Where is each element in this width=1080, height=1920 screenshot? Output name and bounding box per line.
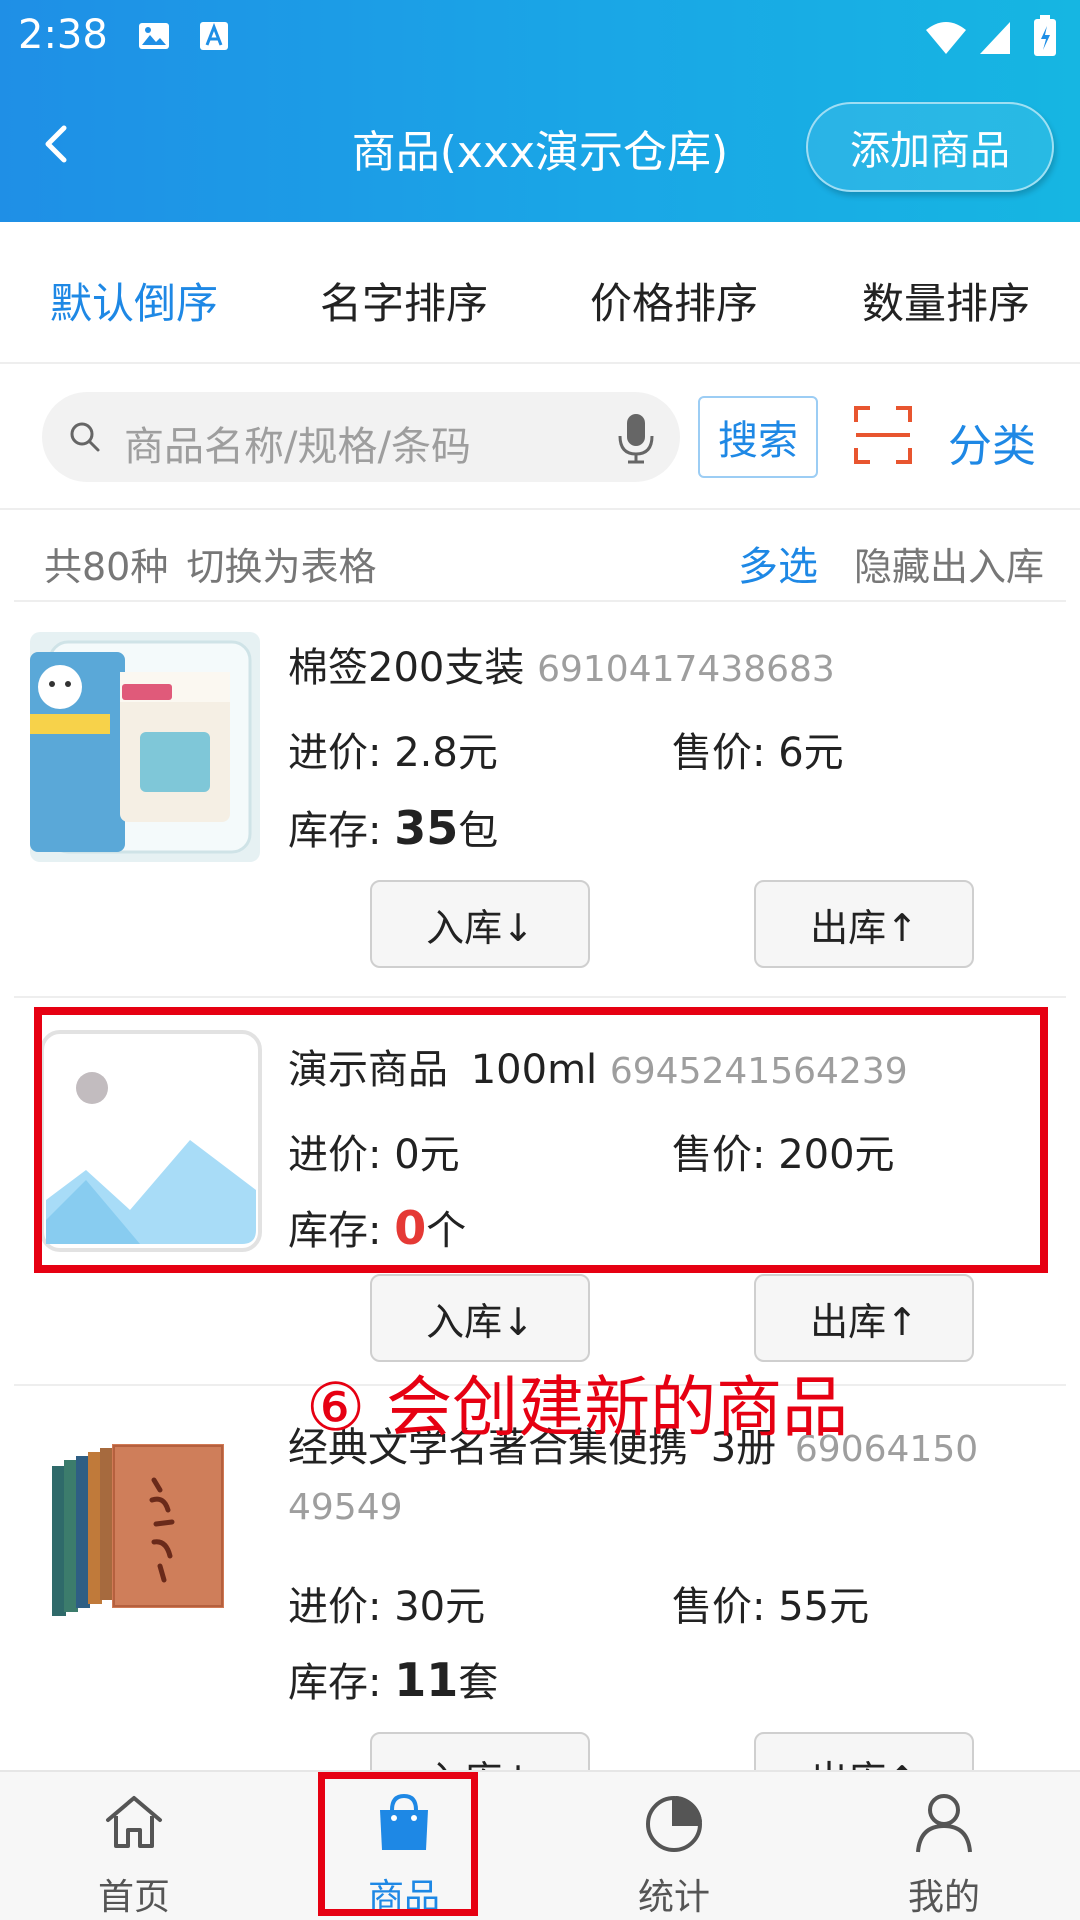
bottom-nav: 首页 商品 统计 我的 <box>0 1770 1080 1920</box>
purchase-price-value: 30元 <box>394 1584 486 1630</box>
status-time: 2:38 <box>18 12 108 58</box>
nav-bar: 商品(xxx演示仓库) 添加商品 <box>0 92 1080 202</box>
search-button[interactable]: 搜索 <box>698 396 818 478</box>
purchase-price: 进价: 2.8元 <box>288 720 498 778</box>
stock-out-button[interactable]: 出库↑ <box>754 1732 974 1770</box>
stock-in-button[interactable]: 入库↓ <box>370 880 590 968</box>
stock: 库存: 11套 <box>288 1650 498 1708</box>
list-summary: 共80种 切换为表格 <box>44 536 376 591</box>
microphone-icon[interactable] <box>614 410 658 466</box>
stock: 库存: 35包 <box>288 798 498 856</box>
sale-price: 售价: 6元 <box>672 720 844 778</box>
stock-out-button[interactable]: 出库↑ <box>754 1274 974 1362</box>
stock-in-button[interactable]: 入库↓ <box>370 1732 590 1770</box>
sale-price-label: 售价: <box>672 1584 766 1630</box>
highlight-box-new-product <box>34 1007 1048 1273</box>
add-product-button[interactable]: 添加商品 <box>806 102 1054 192</box>
sale-price-value: 6元 <box>778 730 844 776</box>
stock-number: 35 <box>394 801 459 855</box>
battery-icon <box>1034 15 1056 56</box>
search-input[interactable]: 商品名称/规格/条码 <box>42 392 680 482</box>
nav-statistics[interactable]: 统计 <box>584 1772 764 1920</box>
stock-label: 库存: <box>288 808 382 854</box>
purchase-price-value: 2.8元 <box>394 730 498 776</box>
category-link[interactable]: 分类 <box>948 410 1036 474</box>
product-count: 共80种 <box>44 545 169 589</box>
stock-in-button[interactable]: 入库↓ <box>370 1274 590 1362</box>
search-icon <box>70 422 100 452</box>
sort-tabs: 默认倒序 名字排序 价格排序 数量排序 <box>0 222 1080 364</box>
purchase-price-label: 进价: <box>288 730 382 776</box>
item-divider <box>14 996 1066 998</box>
switch-to-table-link[interactable]: 切换为表格 <box>186 545 376 589</box>
nav-home[interactable]: 首页 <box>44 1772 224 1920</box>
tab-quantity-sort[interactable]: 数量排序 <box>862 270 1030 331</box>
product-image-cotton-swabs <box>30 632 260 862</box>
product-name-line: 棉签200支装 6910417438683 <box>288 640 1058 698</box>
stock-unit: 套 <box>458 1660 499 1706</box>
stock-number: 11 <box>394 1653 459 1707</box>
product-barcode: 6910417438683 <box>537 649 835 690</box>
stock-unit: 包 <box>458 808 499 854</box>
app-header: 2:38 商品(xxx演示仓库) 添加商品 <box>0 0 1080 222</box>
purchase-price-label: 进价: <box>288 1584 382 1630</box>
stock-label: 库存: <box>288 1660 382 1706</box>
product-image-books <box>52 1444 224 1616</box>
sale-price-label: 售价: <box>672 730 766 776</box>
multi-select-link[interactable]: 多选 <box>738 534 818 592</box>
list-info-row: 共80种 切换为表格 多选 隐藏出入库 <box>14 510 1066 602</box>
wifi-icon <box>926 22 966 54</box>
nav-mine-label: 我的 <box>907 1877 980 1918</box>
home-icon <box>106 1796 162 1848</box>
tab-name-sort[interactable]: 名字排序 <box>320 270 488 331</box>
search-placeholder: 商品名称/规格/条码 <box>124 424 471 470</box>
nav-statistics-label: 统计 <box>637 1877 710 1918</box>
product-name: 棉签200支装 <box>288 645 525 691</box>
gallery-icon <box>139 23 169 49</box>
tab-default-desc[interactable]: 默认倒序 <box>50 270 218 331</box>
sale-price: 售价: 55元 <box>672 1574 869 1632</box>
app-notification-icon <box>200 22 228 50</box>
purchase-price: 进价: 30元 <box>288 1574 485 1632</box>
sale-price-value: 55元 <box>778 1584 870 1630</box>
nav-home-label: 首页 <box>97 1877 170 1918</box>
search-row: 商品名称/规格/条码 搜索 分类 <box>0 364 1080 510</box>
status-bar: 2:38 <box>0 0 1080 76</box>
highlight-box-products-tab <box>318 1772 478 1916</box>
tab-price-sort[interactable]: 价格排序 <box>590 270 758 331</box>
product-barcode-continued: 49549 <box>288 1487 403 1528</box>
annotation-text: ⑥ 会创建新的商品 <box>306 1369 849 1446</box>
hide-io-link[interactable]: 隐藏出入库 <box>854 536 1044 591</box>
signal-icon <box>980 22 1010 54</box>
nav-mine[interactable]: 我的 <box>854 1772 1034 1920</box>
stock-out-button[interactable]: 出库↑ <box>754 880 974 968</box>
user-icon <box>916 1794 972 1853</box>
scan-icon[interactable] <box>852 404 914 466</box>
pie-chart-icon <box>646 1796 702 1852</box>
